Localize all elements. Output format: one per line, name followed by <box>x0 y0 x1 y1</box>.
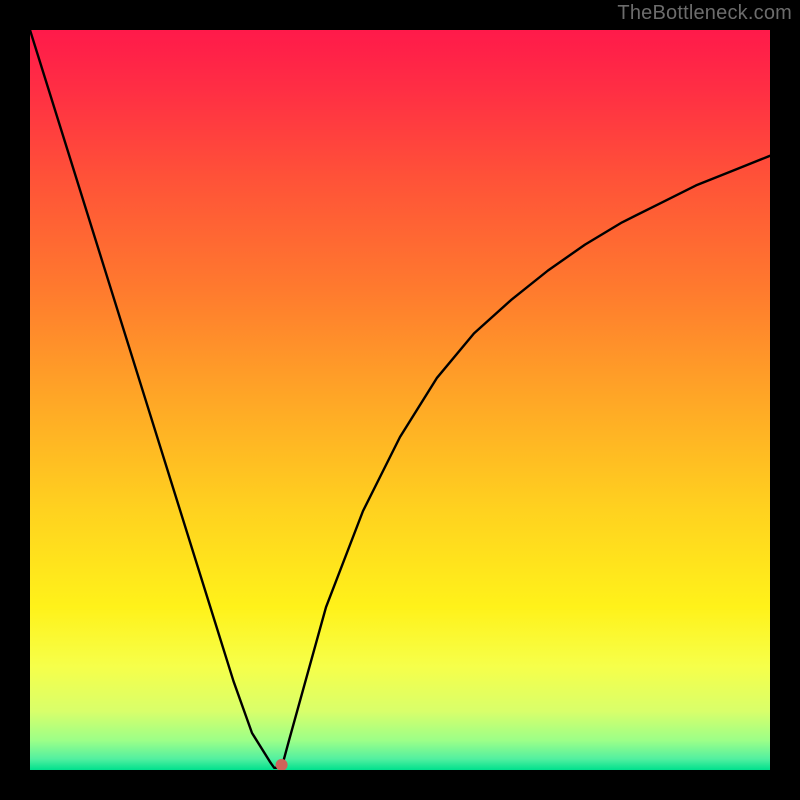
chart-frame: TheBottleneck.com <box>0 0 800 800</box>
watermark-text: TheBottleneck.com <box>617 2 792 25</box>
gradient-background <box>30 30 770 770</box>
chart-svg <box>30 30 770 770</box>
